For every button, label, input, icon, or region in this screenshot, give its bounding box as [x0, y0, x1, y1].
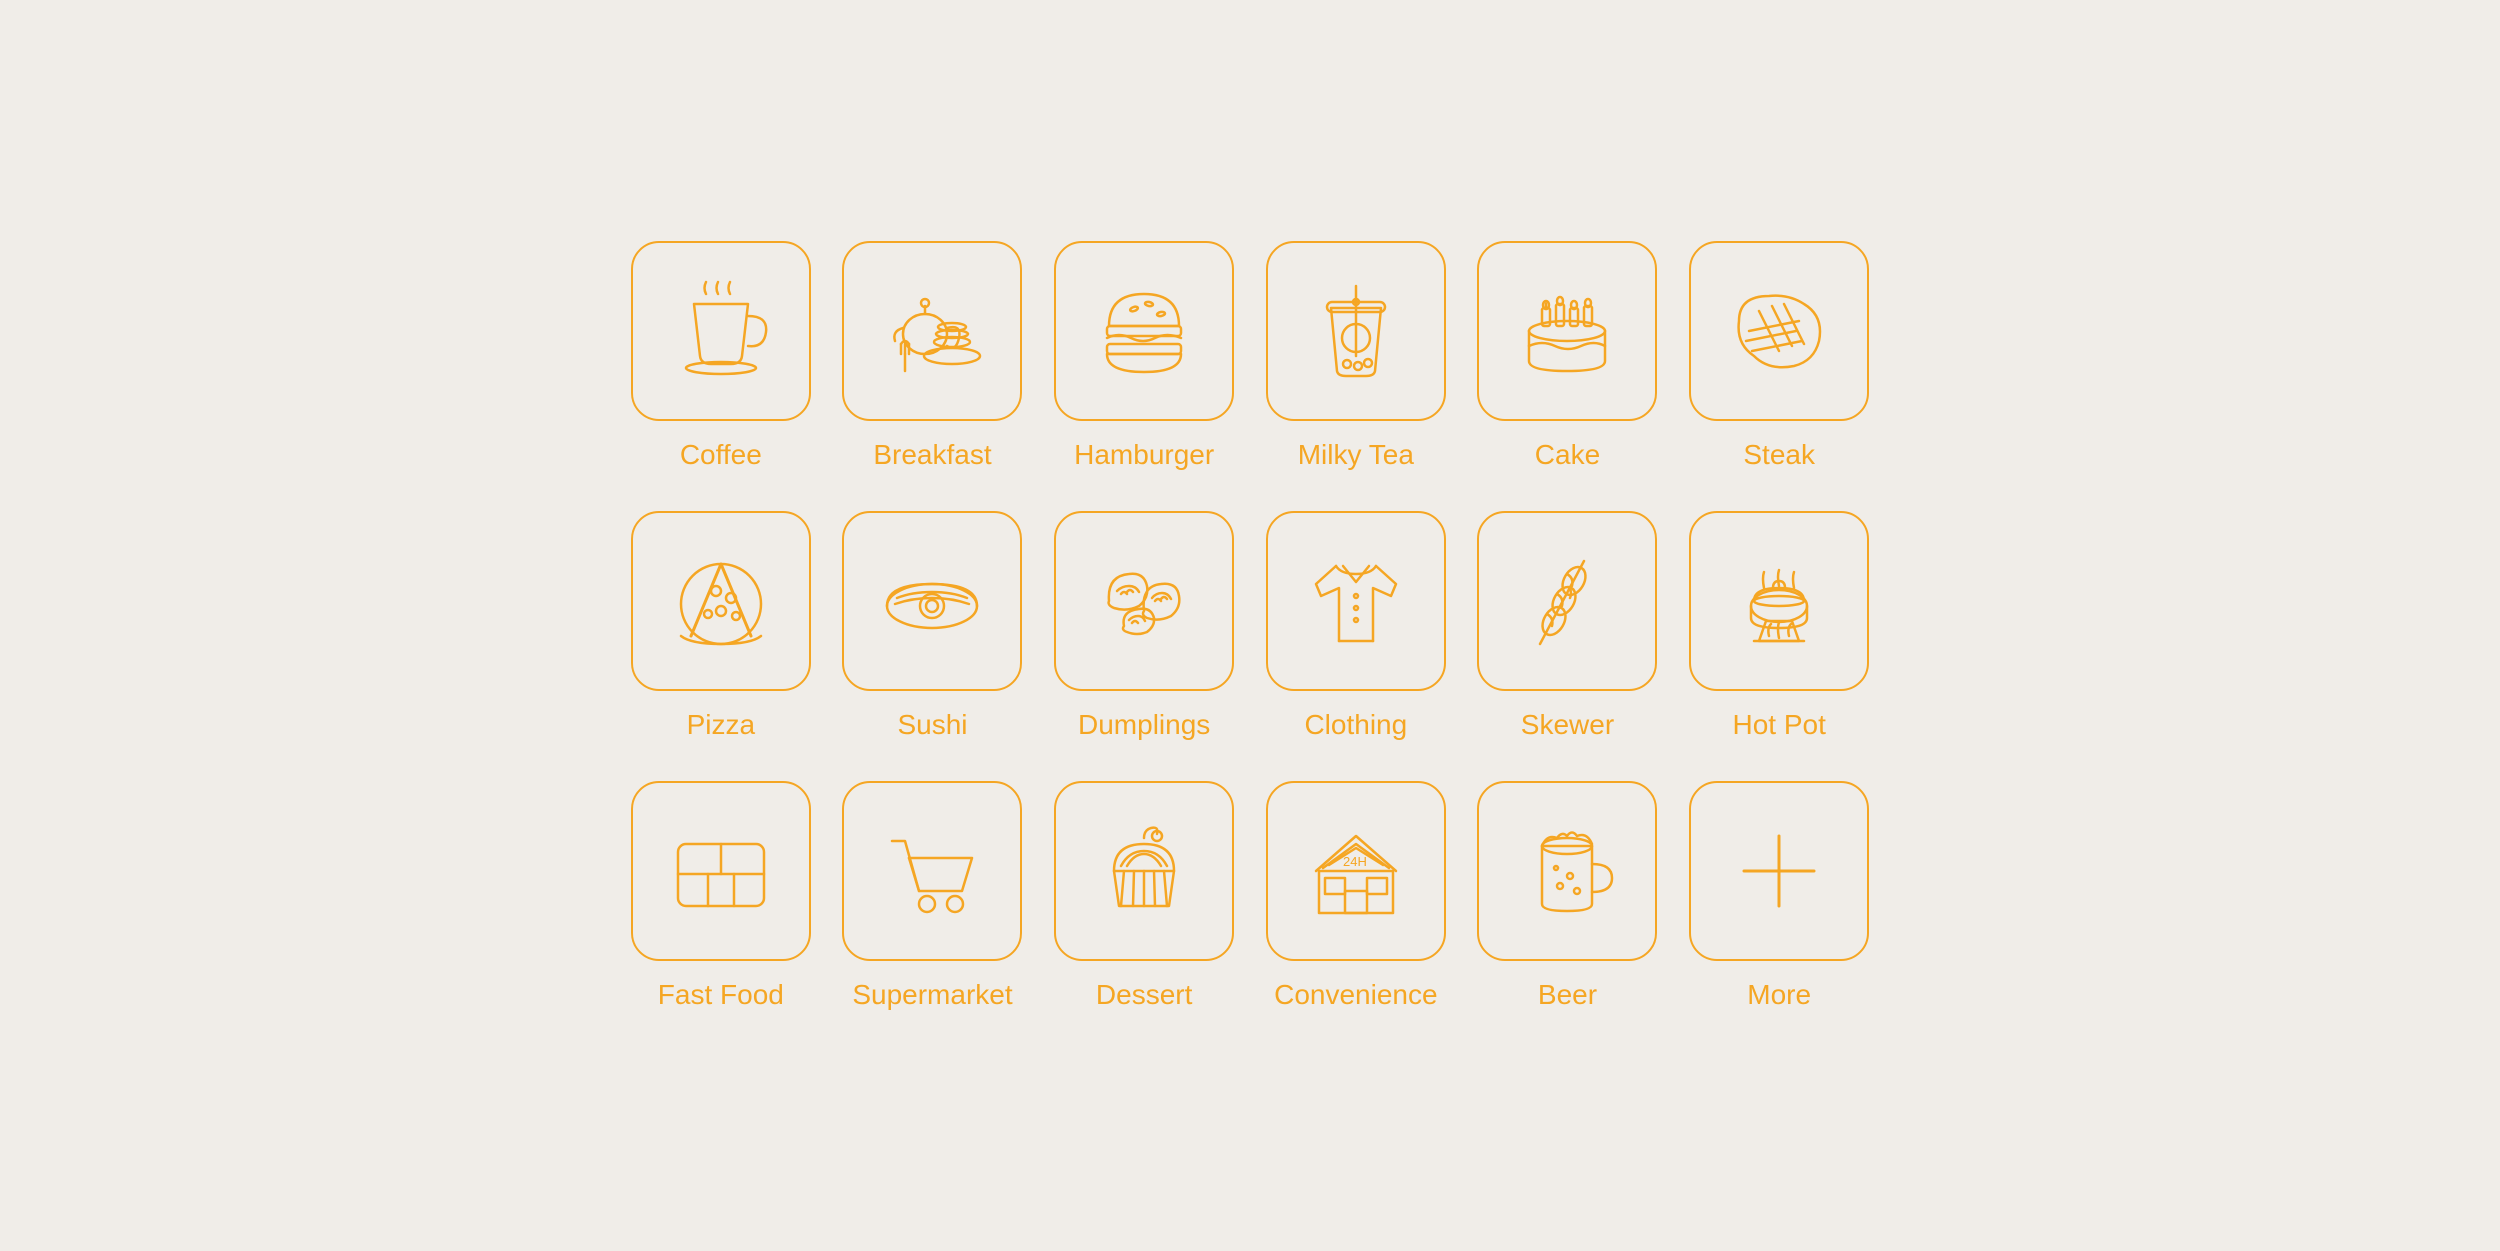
convenience-icon: 24H: [1301, 816, 1411, 926]
category-item-more[interactable]: More: [1688, 781, 1870, 1011]
fast-food-icon: [666, 816, 776, 926]
category-item-fast-food[interactable]: Fast Food: [630, 781, 812, 1011]
milky-tea-icon: [1301, 276, 1411, 386]
icon-box-fast-food: [631, 781, 811, 961]
icon-box-convenience: 24H: [1266, 781, 1446, 961]
icon-box-steak: [1689, 241, 1869, 421]
category-item-coffee[interactable]: Coffee: [630, 241, 812, 471]
category-label-sushi: Sushi: [897, 709, 967, 741]
category-label-milky-tea: Milky Tea: [1298, 439, 1414, 471]
supermarket-icon: [877, 816, 987, 926]
clothing-icon: [1301, 546, 1411, 656]
icon-box-supermarket: [842, 781, 1022, 961]
category-item-sushi[interactable]: Sushi: [842, 511, 1024, 741]
category-item-milky-tea[interactable]: Milky Tea: [1265, 241, 1447, 471]
category-item-skewer[interactable]: Skewer: [1477, 511, 1659, 741]
sushi-icon: [877, 546, 987, 656]
category-label-dumplings: Dumplings: [1078, 709, 1210, 741]
category-item-hot-pot[interactable]: Hot Pot: [1688, 511, 1870, 741]
steak-icon: [1724, 276, 1834, 386]
category-label-convenience: Convenience: [1274, 979, 1437, 1011]
hot-pot-icon: [1724, 546, 1834, 656]
icon-box-pizza: [631, 511, 811, 691]
pizza-icon: [666, 546, 776, 656]
category-item-dumplings[interactable]: Dumplings: [1053, 511, 1235, 741]
category-item-supermarket[interactable]: Supermarket: [842, 781, 1024, 1011]
category-item-clothing[interactable]: Clothing: [1265, 511, 1447, 741]
category-label-more: More: [1747, 979, 1811, 1011]
category-label-pizza: Pizza: [687, 709, 755, 741]
category-label-coffee: Coffee: [680, 439, 762, 471]
icon-box-dessert: [1054, 781, 1234, 961]
category-label-fast-food: Fast Food: [658, 979, 784, 1011]
icon-box-clothing: [1266, 511, 1446, 691]
icon-box-milky-tea: [1266, 241, 1446, 421]
icon-box-hamburger: [1054, 241, 1234, 421]
cake-icon: [1512, 276, 1622, 386]
category-grid: Coffee Breakfast: [550, 181, 1950, 1071]
beer-icon: [1512, 816, 1622, 926]
category-item-steak[interactable]: Steak: [1688, 241, 1870, 471]
dessert-icon: [1089, 816, 1199, 926]
category-label-skewer: Skewer: [1521, 709, 1614, 741]
category-label-beer: Beer: [1538, 979, 1597, 1011]
category-item-pizza[interactable]: Pizza: [630, 511, 812, 741]
hamburger-icon: [1089, 276, 1199, 386]
icon-box-skewer: [1477, 511, 1657, 691]
icon-box-sushi: [842, 511, 1022, 691]
category-label-steak: Steak: [1743, 439, 1815, 471]
category-label-supermarket: Supermarket: [852, 979, 1012, 1011]
category-label-cake: Cake: [1535, 439, 1600, 471]
icon-box-more: [1689, 781, 1869, 961]
icon-box-beer: [1477, 781, 1657, 961]
category-item-breakfast[interactable]: Breakfast: [842, 241, 1024, 471]
coffee-icon: [666, 276, 776, 386]
category-label-dessert: Dessert: [1096, 979, 1192, 1011]
dumplings-icon: [1089, 546, 1199, 656]
icon-box-hot-pot: [1689, 511, 1869, 691]
category-label-hot-pot: Hot Pot: [1732, 709, 1825, 741]
category-item-dessert[interactable]: Dessert: [1053, 781, 1235, 1011]
category-item-hamburger[interactable]: Hamburger: [1053, 241, 1235, 471]
category-item-cake[interactable]: Cake: [1477, 241, 1659, 471]
category-label-clothing: Clothing: [1304, 709, 1407, 741]
more-icon: [1724, 816, 1834, 926]
icon-box-breakfast: [842, 241, 1022, 421]
category-item-convenience[interactable]: 24H Convenience: [1265, 781, 1447, 1011]
category-label-breakfast: Breakfast: [873, 439, 991, 471]
skewer-icon: [1512, 546, 1622, 656]
breakfast-icon: [877, 276, 987, 386]
svg-text:24H: 24H: [1343, 854, 1367, 869]
category-label-hamburger: Hamburger: [1074, 439, 1214, 471]
icon-box-cake: [1477, 241, 1657, 421]
icon-box-coffee: [631, 241, 811, 421]
icon-box-dumplings: [1054, 511, 1234, 691]
category-item-beer[interactable]: Beer: [1477, 781, 1659, 1011]
